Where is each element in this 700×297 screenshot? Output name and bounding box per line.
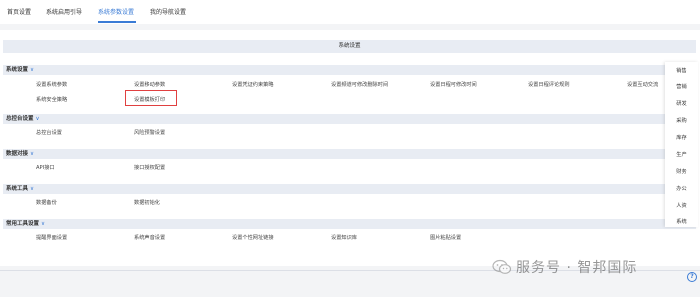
item-reminder-ui[interactable]: 提醒界面设置 bbox=[36, 234, 67, 241]
item-knowledge-base[interactable]: 设置知识库 bbox=[331, 234, 357, 241]
item-mobile-params[interactable]: 设置移动参数 bbox=[134, 81, 165, 88]
chevron-down-icon: ∨ bbox=[30, 67, 35, 73]
item-system-params[interactable]: 设置系统参数 bbox=[36, 81, 67, 88]
side-menu-item-system[interactable]: 系统 bbox=[665, 218, 698, 225]
section-header-system-tools[interactable]: 系统工具 ∨ bbox=[3, 184, 696, 194]
active-tab-underline bbox=[98, 21, 136, 23]
section-header-data-integration[interactable]: 数据对接 ∨ bbox=[3, 149, 696, 159]
section-header-common-tools[interactable]: 常用工具设置 ∨ bbox=[3, 219, 696, 229]
chevron-down-icon: ∨ bbox=[41, 221, 46, 227]
side-menu-item-rnd[interactable]: 研发 bbox=[665, 100, 698, 107]
page: 首页设置 系统启用引导 系统参数设置 我的导航设置 系统设置 系统设置 ∨ 设置系… bbox=[0, 0, 700, 297]
chevron-down-icon: ∨ bbox=[30, 151, 35, 157]
watermark: 服务号 · 智邦国际 bbox=[492, 257, 637, 277]
item-data-init[interactable]: 数据初始化 bbox=[134, 199, 160, 206]
item-voucher-policy[interactable]: 设置凭证约束策略 bbox=[232, 81, 274, 88]
watermark-text: 服务号 · 智邦国际 bbox=[516, 260, 638, 276]
section-title: 系统设置 bbox=[6, 67, 29, 73]
side-menu-item-purchase[interactable]: 采购 bbox=[665, 117, 698, 124]
module-side-menu: 销售 营销 研发 采购 库存 生产 财务 办公 人资 系统 bbox=[665, 62, 698, 227]
tab-my-nav-settings[interactable]: 我的导航设置 bbox=[150, 7, 186, 16]
side-menu-item-sales[interactable]: 销售 bbox=[665, 67, 698, 74]
item-system-sound[interactable]: 系统声音设置 bbox=[134, 234, 165, 241]
item-schedule-comment-rules[interactable]: 设置日程评论规则 bbox=[528, 81, 570, 88]
side-menu-item-office[interactable]: 办公 bbox=[665, 185, 698, 192]
item-console-settings[interactable]: 总控台设置 bbox=[36, 129, 62, 136]
side-menu-item-inventory[interactable]: 库存 bbox=[665, 134, 698, 141]
highlight-box bbox=[125, 90, 177, 106]
item-api-auth[interactable]: 接口授权配置 bbox=[134, 164, 165, 171]
side-menu-item-hr[interactable]: 人资 bbox=[665, 202, 698, 209]
side-menu-item-marketing[interactable]: 营销 bbox=[665, 83, 698, 90]
settings-card: 系统设置 系统设置 ∨ 设置系统参数 设置移动参数 设置凭证约束策略 设置频道可修… bbox=[0, 30, 700, 266]
item-interaction[interactable]: 设置互动交流 bbox=[627, 81, 658, 88]
chevron-down-icon: ∨ bbox=[30, 186, 35, 192]
top-nav: 首页设置 系统启用引导 系统参数设置 我的导航设置 bbox=[0, 0, 700, 24]
item-security-policy[interactable]: 系统安全策略 bbox=[36, 96, 67, 103]
help-icon[interactable]: ? bbox=[687, 272, 697, 282]
item-data-backup[interactable]: 数据备份 bbox=[36, 199, 57, 206]
section-header-system[interactable]: 系统设置 ∨ bbox=[3, 65, 696, 75]
section-title: 数据对接 bbox=[6, 151, 29, 157]
item-custom-links[interactable]: 设置个性网址链接 bbox=[232, 234, 274, 241]
item-risk-warning[interactable]: 风险预警设置 bbox=[134, 129, 165, 136]
tab-system-params[interactable]: 系统参数设置 bbox=[98, 7, 134, 16]
item-channel-edit-time[interactable]: 设置频道可修改删除时间 bbox=[331, 81, 388, 88]
tab-system-enable-guide[interactable]: 系统启用引导 bbox=[46, 7, 82, 16]
item-image-paste[interactable]: 图片粘贴设置 bbox=[430, 234, 461, 241]
side-menu-item-production[interactable]: 生产 bbox=[665, 151, 698, 158]
item-api[interactable]: API接口 bbox=[36, 164, 55, 171]
section-title: 系统工具 bbox=[6, 186, 29, 192]
section-title: 总控台设置 bbox=[6, 116, 34, 122]
side-menu-item-finance[interactable]: 财务 bbox=[665, 168, 698, 175]
tab-home-settings[interactable]: 首页设置 bbox=[7, 7, 31, 16]
page-title: 系统设置 bbox=[3, 40, 696, 53]
section-title: 常用工具设置 bbox=[6, 221, 40, 227]
chevron-down-icon: ∨ bbox=[35, 116, 40, 122]
item-schedule-edit-time[interactable]: 设置日程可修改时间 bbox=[430, 81, 477, 88]
section-header-console[interactable]: 总控台设置 ∨ bbox=[3, 114, 696, 124]
wechat-icon bbox=[492, 259, 512, 275]
